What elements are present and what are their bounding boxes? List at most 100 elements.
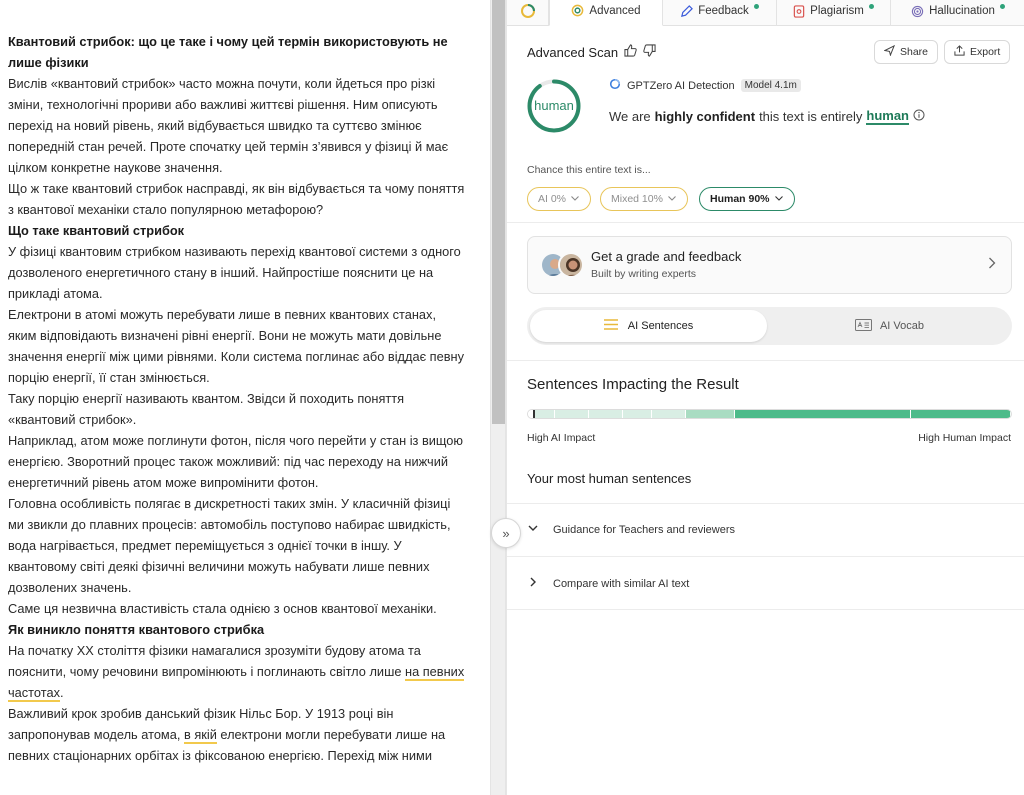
impact-bar-segment[interactable] bbox=[588, 410, 623, 418]
document-paragraph: Наприклад, атом може поглинути фотон, пі… bbox=[8, 430, 468, 493]
document-text[interactable]: Квантовий стрибок: що це таке і чому цей… bbox=[8, 31, 468, 766]
accordion-compare-label: Compare with similar AI text bbox=[553, 577, 690, 590]
chance-label: Chance this entire text is... bbox=[527, 164, 651, 176]
flagged-phrase[interactable]: в якій bbox=[183, 727, 217, 744]
plagiarism-doc-icon bbox=[793, 4, 805, 18]
document-paragraph: Електрони в атомі можуть перебувати лише… bbox=[8, 304, 468, 388]
paragraph-text: Вислів «квантовий стрибок» часто можна п… bbox=[8, 76, 449, 175]
impact-bar-segment[interactable] bbox=[554, 410, 589, 418]
thumbs-down-icon[interactable] bbox=[643, 44, 656, 60]
lines-icon bbox=[603, 319, 618, 333]
paragraph-text: Квантовий стрибок: що це таке і чому цей… bbox=[8, 34, 448, 70]
tab-feedback[interactable]: Feedback bbox=[663, 0, 777, 26]
tab-advanced[interactable]: Advanced bbox=[549, 0, 663, 26]
status-dot bbox=[868, 4, 874, 9]
impact-bar-segment[interactable] bbox=[686, 410, 735, 418]
double-chevron-right-icon: » bbox=[502, 525, 510, 541]
divider bbox=[507, 556, 1024, 557]
ai-percentage-pill[interactable]: AI 0% bbox=[527, 187, 592, 211]
detector-line: GPTZero AI Detection Model 4.1m bbox=[609, 78, 801, 93]
paragraph-text: У фізиці квантовим стрибком називають пе… bbox=[8, 244, 461, 301]
collapse-panel-button[interactable]: » bbox=[491, 518, 521, 548]
confidence-statement: We are highly confident this text is ent… bbox=[609, 108, 925, 125]
gptzero-logo-icon bbox=[609, 78, 621, 93]
impact-bar-segment[interactable] bbox=[622, 410, 653, 418]
paragraph-text: Наприклад, атом може поглинути фотон, пі… bbox=[8, 433, 464, 490]
human-percentage-pill[interactable]: Human 90% bbox=[699, 187, 795, 211]
document-paragraph: Таку порцію енергії називають квантом. З… bbox=[8, 388, 468, 430]
analysis-mode-toggle: AI Sentences AI Vocab bbox=[527, 307, 1012, 345]
divider bbox=[507, 503, 1024, 504]
human-pill-label: Human 90% bbox=[710, 193, 770, 205]
document-paragraph: Головна особливість полягає в дискретнос… bbox=[8, 493, 468, 598]
tab-bar: Advanced Feedback Plagiarism Hallucinati… bbox=[507, 0, 1024, 26]
results-panel: Advanced Feedback Plagiarism Hallucinati… bbox=[506, 0, 1024, 795]
document-paragraph: У фізиці квантовим стрибком називають пе… bbox=[8, 241, 468, 304]
expert-avatars bbox=[540, 252, 586, 280]
impact-bar-segment[interactable] bbox=[734, 410, 911, 418]
model-badge: Model 4.1m bbox=[740, 79, 801, 92]
accordion-guidance[interactable]: Guidance for Teachers and reviewers bbox=[527, 522, 735, 537]
impact-bar-segment[interactable] bbox=[528, 410, 535, 418]
document-pane: Квантовий стрибок: що це таке і чому цей… bbox=[0, 0, 490, 795]
impact-bar-segment[interactable] bbox=[652, 410, 687, 418]
tab-hallucination-label: Hallucination bbox=[929, 5, 995, 17]
impact-low-label: High AI Impact bbox=[527, 432, 596, 444]
tab-plagiarism[interactable]: Plagiarism bbox=[777, 0, 891, 26]
ai-sentences-toggle[interactable]: AI Sentences bbox=[530, 310, 767, 342]
document-paragraph: Вислів «квантовий стрибок» часто можна п… bbox=[8, 73, 468, 178]
paragraph-text: Що ж таке квантовий стрибок насправді, я… bbox=[8, 181, 465, 217]
ai-vocab-label: AI Vocab bbox=[879, 320, 925, 332]
document-scrollbar-thumb[interactable] bbox=[492, 0, 505, 424]
ai-pill-label: AI 0% bbox=[538, 193, 567, 205]
share-button[interactable]: Share bbox=[874, 40, 939, 64]
ai-vocab-toggle[interactable]: AI Vocab bbox=[770, 310, 1009, 342]
document-heading: Квантовий стрибок: що це таке і чому цей… bbox=[8, 31, 468, 73]
confidence-result: human bbox=[866, 108, 910, 125]
mixed-percentage-pill[interactable]: Mixed 10% bbox=[600, 187, 688, 211]
detector-name: GPTZero AI Detection bbox=[627, 79, 735, 92]
export-label: Export bbox=[970, 46, 1001, 58]
chevron-right-icon bbox=[987, 256, 997, 275]
divider bbox=[507, 609, 1024, 610]
export-icon bbox=[954, 45, 965, 59]
document-paragraph: Саме ця незвична властивість стала одніє… bbox=[8, 598, 468, 619]
ring-label: human bbox=[534, 98, 574, 113]
impact-bar-segment[interactable] bbox=[910, 410, 1011, 418]
export-button[interactable]: Export bbox=[944, 40, 1011, 64]
thumbs-up-icon[interactable] bbox=[624, 44, 637, 60]
paragraph-text: . bbox=[59, 685, 64, 700]
paragraph-text: Саме ця незвична властивість стала одніє… bbox=[8, 601, 437, 616]
tab-home[interactable] bbox=[507, 0, 549, 26]
gptzero-logo-icon bbox=[520, 3, 536, 19]
chevron-down-icon bbox=[527, 522, 539, 537]
document-heading: Як виникло поняття квантового стрибка bbox=[8, 619, 468, 640]
tab-plagiarism-label: Plagiarism bbox=[810, 5, 864, 17]
impact-bar bbox=[527, 409, 1012, 419]
mixed-pill-label: Mixed 10% bbox=[611, 193, 663, 205]
document-scrollbar[interactable] bbox=[490, 0, 506, 795]
tab-advanced-label: Advanced bbox=[589, 4, 641, 17]
document-heading: Що таке квантовий стрибок bbox=[8, 220, 468, 241]
divider bbox=[507, 360, 1024, 361]
paragraph-text: Головна особливість полягає в дискретнос… bbox=[8, 496, 451, 595]
impact-high-label: High Human Impact bbox=[918, 432, 1011, 444]
document-paragraph: Важливий крок зробив данський фізик Ніль… bbox=[8, 703, 468, 766]
document-paragraph: На початку XX століття фізики намагалися… bbox=[8, 640, 468, 703]
accordion-compare[interactable]: Compare with similar AI text bbox=[527, 576, 689, 591]
scan-title: Advanced Scan bbox=[527, 44, 619, 60]
impact-title: Sentences Impacting the Result bbox=[527, 376, 739, 393]
paragraph-text: Таку порцію енергії називають квантом. З… bbox=[8, 391, 405, 427]
share-label: Share bbox=[900, 46, 929, 58]
impact-bar-segment[interactable] bbox=[534, 410, 555, 418]
feedback-card-subtitle: Built by writing experts bbox=[591, 268, 697, 280]
grade-feedback-card[interactable]: Get a grade and feedback Built by writin… bbox=[527, 236, 1012, 294]
human-sentences-heading: Your most human sentences bbox=[527, 471, 692, 486]
chevron-down-icon bbox=[570, 193, 580, 206]
info-icon[interactable] bbox=[913, 109, 925, 124]
paragraph-text: Як виникло поняття квантового стрибка bbox=[8, 622, 265, 637]
chevron-right-icon bbox=[527, 576, 539, 591]
vocab-card-icon bbox=[854, 318, 872, 334]
tab-hallucination[interactable]: Hallucination bbox=[891, 0, 1024, 26]
chevron-down-icon bbox=[774, 193, 784, 206]
